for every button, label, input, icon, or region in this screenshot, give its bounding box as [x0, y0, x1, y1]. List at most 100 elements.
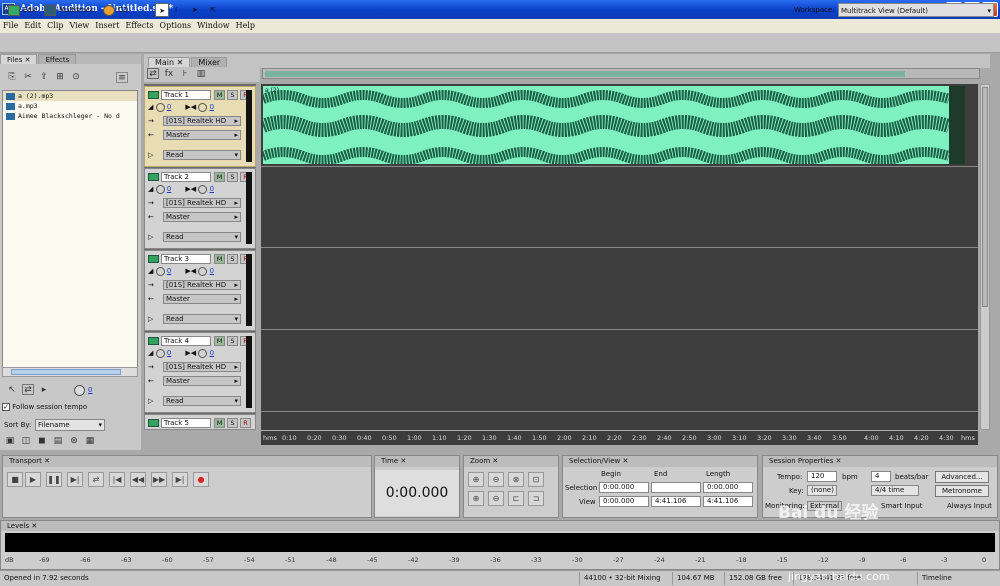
close-file-icon[interactable]: ✂ — [22, 72, 34, 83]
tracks-scrollbar[interactable] — [980, 84, 990, 430]
tab-main[interactable]: Main ✕ — [148, 57, 191, 67]
fast-forward-icon[interactable]: ▶▶ — [151, 472, 167, 487]
tempo-field[interactable]: 120 — [807, 471, 837, 482]
zoom-in-horizontal-icon[interactable]: ⊕ — [468, 472, 484, 487]
hybrid-tool-icon[interactable]: ➤ — [192, 3, 198, 17]
automation-mode-select[interactable]: Read ▾ — [163, 396, 241, 406]
filter-video-icon[interactable]: ▤ — [52, 436, 64, 447]
menu-edit[interactable]: Edit — [21, 19, 44, 33]
expand-icon[interactable]: ▷ — [148, 150, 153, 160]
input-select[interactable]: [01S] Realtek HD ▸ — [163, 280, 241, 290]
play-file-icon[interactable]: ⊙ — [70, 72, 82, 83]
audio-clip[interactable]: a (2) — [260, 86, 965, 165]
filter-session-icon[interactable]: ▦ — [84, 436, 96, 447]
automation-mode-select[interactable]: Read ▾ — [163, 150, 241, 160]
tab-effects[interactable]: Effects — [38, 54, 77, 64]
pan-knob[interactable] — [198, 266, 208, 276]
filter-cd-icon[interactable]: ⊛ — [68, 436, 80, 447]
volume-knob[interactable] — [155, 102, 165, 112]
volume-value[interactable]: 0 — [167, 267, 171, 275]
zoom-in-vertical-icon[interactable]: ⊕ — [468, 491, 484, 506]
sends-icon[interactable]: ⊦ — [179, 69, 191, 80]
selection-length-field[interactable]: 0:00.000 — [703, 482, 753, 493]
track-lanes[interactable]: a (2) — [260, 84, 978, 430]
timeline-ruler[interactable]: hms 0:10 0:20 0:30 0:40 0:50 1:00 1:10 1… — [261, 431, 978, 445]
zoom-right-edge-icon[interactable]: ⊐ — [528, 491, 544, 506]
record-arm-button[interactable]: R — [240, 418, 251, 428]
mute-button[interactable]: M — [214, 254, 225, 264]
beats-field[interactable]: 4 — [871, 471, 891, 482]
always-input-option[interactable]: Always Input — [947, 502, 992, 510]
session-overview[interactable] — [262, 68, 980, 79]
automation-mode-select[interactable]: Read ▾ — [163, 314, 241, 324]
mute-button[interactable]: M — [214, 172, 225, 182]
pan-knob[interactable] — [198, 348, 208, 358]
solo-button[interactable]: S — [227, 172, 238, 182]
output-select[interactable]: Master ▸ — [163, 212, 241, 222]
zoom-out-full-icon[interactable]: ⊗ — [508, 472, 524, 487]
expand-icon[interactable]: ▷ — [148, 232, 153, 242]
volume-value[interactable]: 0 — [167, 185, 171, 193]
menu-file[interactable]: File — [0, 19, 21, 33]
mute-button[interactable]: M — [214, 418, 225, 428]
pause-icon[interactable]: ❚❚ — [46, 472, 62, 487]
track-name[interactable]: Track 1 — [161, 90, 211, 100]
track-name[interactable]: Track 3 — [161, 254, 211, 264]
pan-knob[interactable] — [198, 184, 208, 194]
menu-effects[interactable]: Effects — [122, 19, 156, 33]
input-select[interactable]: [01S] Realtek HD ▸ — [163, 198, 241, 208]
metronome-button[interactable]: Metronome — [935, 485, 989, 497]
play-icon[interactable]: ▶ — [25, 472, 41, 487]
workspace-select[interactable]: Multitrack View (Default) ▾ — [838, 3, 994, 17]
zoom-out-horizontal-icon[interactable]: ⊖ — [488, 472, 504, 487]
pan-value[interactable]: 0 — [210, 349, 214, 357]
output-select[interactable]: Master ▸ — [163, 294, 241, 304]
menu-clip[interactable]: Clip — [44, 19, 66, 33]
pan-value[interactable]: 0 — [210, 103, 214, 111]
input-select[interactable]: [01S] Realtek HD ▸ — [163, 116, 241, 126]
solo-button[interactable]: S — [227, 90, 238, 100]
list-item[interactable]: a (2).mp3 — [3, 91, 137, 101]
effects-icon[interactable]: fx — [163, 69, 175, 80]
record-icon[interactable]: ● — [193, 472, 209, 487]
solo-button[interactable]: S — [227, 418, 238, 428]
files-scrollbar[interactable] — [2, 367, 138, 377]
rewind-icon[interactable]: ◀◀ — [130, 472, 146, 487]
mute-button[interactable]: M — [214, 90, 225, 100]
pan-knob[interactable] — [198, 102, 208, 112]
menu-view[interactable]: View — [67, 19, 93, 33]
list-item[interactable]: Aimee Blackschleger - No d — [3, 111, 137, 121]
selection-end-field[interactable] — [651, 482, 701, 493]
mute-button[interactable]: M — [214, 336, 225, 346]
file-options-icon[interactable]: ≡ — [116, 72, 128, 83]
key-select[interactable]: (none) — [807, 485, 837, 496]
filter-midi-icon[interactable]: ◼ — [36, 436, 48, 447]
pan-value[interactable]: 0 — [210, 185, 214, 193]
follow-tempo-checkbox[interactable]: ✓ Follow session tempo — [2, 403, 87, 411]
output-select[interactable]: Master ▸ — [163, 130, 241, 140]
expand-icon[interactable]: ▷ — [148, 314, 153, 324]
filter-loop-icon[interactable]: ◫ — [20, 436, 32, 447]
sort-select[interactable]: Filename ▾ — [35, 419, 105, 431]
inputs-outputs-icon[interactable]: ⇄ — [147, 68, 159, 79]
time-selection-tool-icon[interactable]: I — [175, 3, 177, 17]
move-tool-icon[interactable]: ➤ — [155, 3, 169, 17]
zoom-left-edge-icon[interactable]: ⊏ — [508, 491, 524, 506]
solo-button[interactable]: S — [227, 254, 238, 264]
menu-options[interactable]: Options — [157, 19, 195, 33]
menu-window[interactable]: Window — [194, 19, 233, 33]
automation-mode-select[interactable]: Read ▾ — [163, 232, 241, 242]
stop-icon[interactable]: ■ — [7, 472, 23, 487]
edit-file-icon[interactable]: ⊞ — [54, 72, 66, 83]
input-select[interactable]: [01S] Realtek HD ▸ — [163, 362, 241, 372]
insert-icon[interactable]: ⇪ — [38, 72, 50, 83]
time-signature-select[interactable]: 4/4 time — [871, 485, 919, 496]
eq-icon[interactable]: ▥ — [195, 69, 207, 80]
output-select[interactable]: Master ▸ — [163, 376, 241, 386]
tab-files[interactable]: Files ✕ — [0, 54, 38, 64]
import-icon[interactable]: ⎘ — [6, 72, 18, 83]
menu-help[interactable]: Help — [233, 19, 258, 33]
track-name[interactable]: Track 4 — [161, 336, 211, 346]
volume-value[interactable]: 0 — [88, 386, 92, 394]
advanced-button[interactable]: Advanced... — [935, 471, 989, 483]
